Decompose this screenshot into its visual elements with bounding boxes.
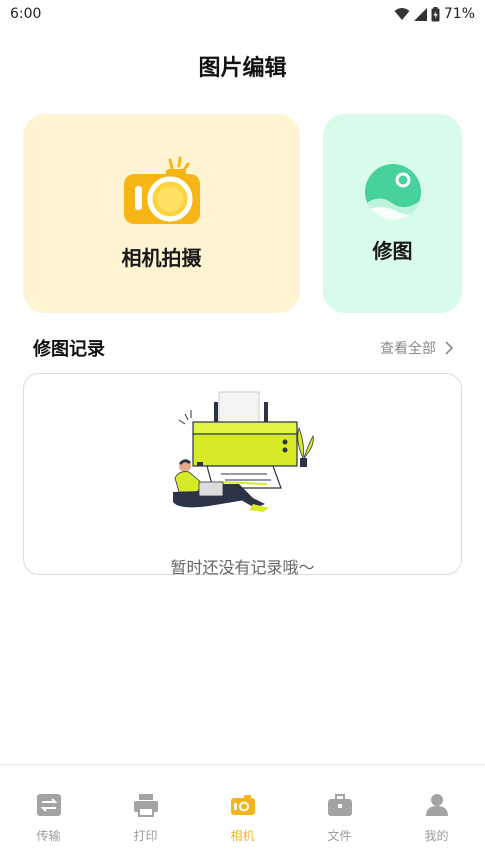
camera-icon [123, 156, 200, 224]
tab-profile[interactable]: 我的 [388, 765, 485, 862]
briefcase-icon [327, 794, 352, 816]
photo-edit-label: 修图 [372, 239, 413, 263]
status-icons: 71% [394, 6, 475, 22]
tab-print[interactable]: 打印 [97, 765, 194, 862]
page-title: 图片编辑 [198, 56, 287, 81]
empty-message: 暂时还没有记录哦～ [170, 558, 315, 577]
tab-files[interactable]: 文件 [291, 765, 388, 862]
tab-transfer[interactable]: 传输 [0, 765, 97, 862]
tab-profile-label: 我的 [424, 829, 449, 843]
photo-edit-icon [364, 164, 421, 220]
camera-capture-card[interactable]: 相机拍摄 [23, 114, 300, 313]
camera-capture-label: 相机拍摄 [121, 246, 202, 270]
view-all-link[interactable]: 查看全部 [380, 338, 453, 358]
status-bar: 6:00 71% [0, 0, 485, 28]
history-title: 修图记录 [33, 339, 105, 360]
tab-transfer-label: 传输 [36, 829, 61, 843]
wifi-icon [394, 8, 410, 20]
history-section-header: 修图记录 查看全部 [33, 333, 453, 363]
tab-camera-label: 相机 [230, 829, 255, 843]
photo-edit-card[interactable]: 修图 [323, 114, 462, 313]
battery-percent: 71% [443, 6, 475, 22]
bottom-tab-bar: 传输 打印 相机 文件 我的 [0, 764, 485, 862]
history-empty-state: 暂时还没有记录哦～ [23, 373, 462, 577]
battery-icon [431, 6, 440, 21]
status-time: 6:00 [10, 6, 42, 22]
printer-icon [133, 794, 158, 817]
tab-camera[interactable]: 相机 [194, 765, 291, 862]
transfer-icon [36, 794, 61, 816]
tab-print-label: 打印 [133, 829, 158, 843]
chevron-right-icon [445, 341, 453, 355]
camera-icon [230, 795, 255, 815]
user-icon [425, 794, 448, 816]
signal-icon [413, 7, 427, 21]
empty-printer-illustration [173, 391, 314, 512]
tab-files-label: 文件 [327, 829, 352, 843]
view-all-label: 查看全部 [380, 341, 436, 357]
